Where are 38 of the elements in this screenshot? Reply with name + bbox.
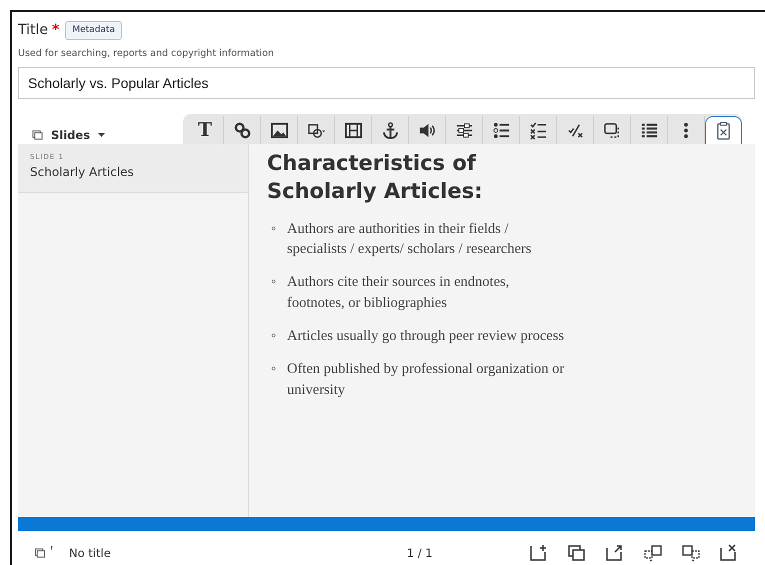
- hint-text: Used for searching, reports and copyright information: [18, 47, 275, 61]
- caret-icon: [98, 133, 106, 138]
- bullet-text: Authors are authorities in their fields / specialists / experts/ scholars / researchers: [287, 220, 532, 260]
- title-input[interactable]: Scholarly vs. Popular Articles: [18, 67, 755, 100]
- overlay-icon: [602, 120, 622, 140]
- add-slide-icon: [529, 543, 549, 564]
- metadata-tag[interactable]: Metadata: [65, 20, 122, 40]
- tick-icon: [50, 546, 53, 550]
- film-icon: [344, 120, 362, 140]
- move-right-icon: [681, 543, 701, 564]
- bullet-marker: ◦: [271, 360, 278, 380]
- checklist-icon: [528, 120, 548, 140]
- toolbar-button[interactable]: [705, 116, 742, 144]
- more-icon: [683, 120, 689, 140]
- delete-slide-icon: [719, 543, 739, 564]
- bullet-text: Often published by professional organization or university: [287, 360, 566, 400]
- bullet-text: Authors cite their sources in endnotes, footnotes, or bibliographies: [287, 273, 510, 313]
- bullet-marker: ◦: [271, 220, 278, 239]
- clipboard-cross-icon: [714, 121, 733, 140]
- image-icon: [270, 120, 288, 140]
- bullet-list-icon: [492, 120, 510, 140]
- slides-dropdown[interactable]: Slides: [18, 127, 183, 144]
- export-icon: [605, 543, 625, 564]
- page-counter: 1 / 1: [406, 544, 433, 562]
- required-asterisk: *: [52, 21, 60, 40]
- slides-icon: [34, 548, 46, 559]
- slide-heading: Characteristics of Scholarly Articles:: [267, 150, 484, 205]
- slides-icon: [32, 130, 43, 142]
- anchor-icon: [380, 120, 400, 140]
- copy-icon: [567, 543, 587, 564]
- slide-caption: No title: [69, 544, 111, 562]
- bullet-text: Articles usually go through peer review process: [287, 327, 564, 346]
- bullet-marker: ◦: [271, 273, 278, 292]
- title-label: Title: [18, 21, 48, 40]
- chain-link-icon: [232, 120, 252, 140]
- bullet-marker: ◦: [271, 327, 278, 346]
- sliders-icon: [454, 120, 474, 140]
- move-left-icon: [643, 543, 663, 564]
